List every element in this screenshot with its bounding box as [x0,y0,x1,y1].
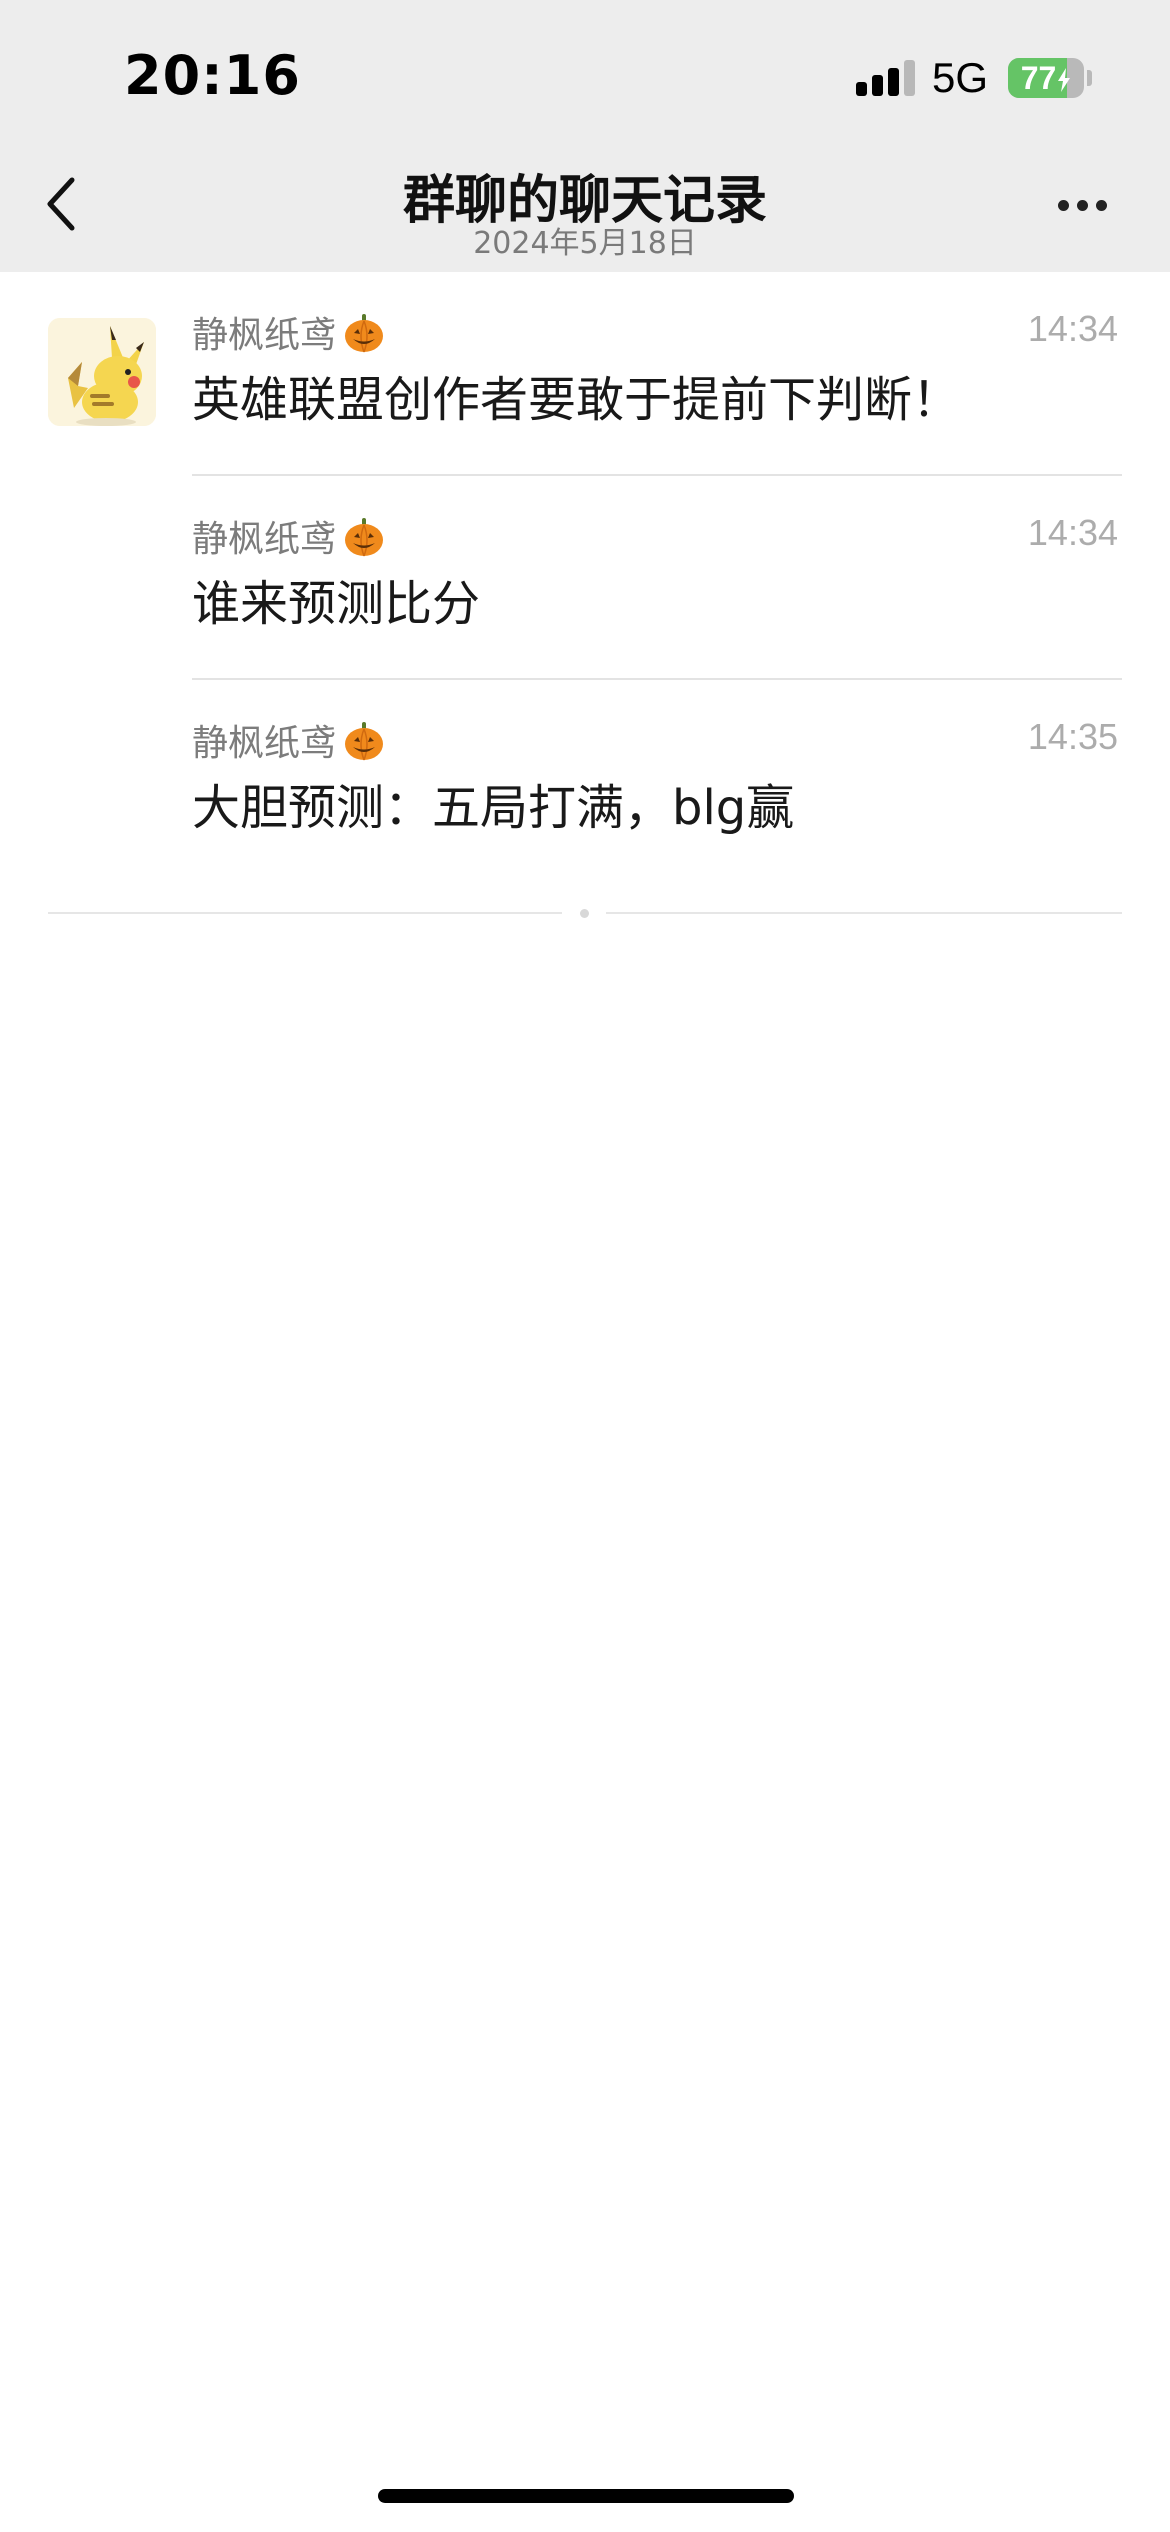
page-subtitle: 2024年5月18日 [473,226,697,261]
ellipsis-icon [1058,200,1069,211]
pikachu-avatar-icon [48,318,156,426]
network-type: 5G [932,54,989,101]
battery-icon: 77 [1008,58,1084,98]
message-text: 大胆预测：五局打满，blg赢 [192,780,795,836]
more-options-button[interactable] [1052,186,1112,226]
sender-name: 静枫纸鸢 [192,306,386,358]
jack-o-lantern-icon [345,314,384,353]
message-time: 14:34 [1027,308,1118,349]
end-divider-right [606,912,1122,914]
status-time: 20:16 [124,44,301,107]
battery-cap [1087,70,1092,86]
message-divider [192,474,1122,476]
jack-o-lantern-icon [345,518,384,557]
home-indicator[interactable] [378,2489,794,2503]
list-item[interactable]: 静枫纸鸢 14:34 英雄联盟创作者要敢于提前下判断！ [192,306,1122,476]
sender-name: 静枫纸鸢 [192,510,386,562]
message-text: 谁来预测比分 [192,576,481,632]
jack-o-lantern-icon [345,722,384,761]
list-item[interactable]: 静枫纸鸢 14:35 大胆预测：五局打满，blg赢 [192,714,1122,864]
end-divider-left [48,912,562,914]
avatar[interactable] [48,318,156,426]
sender-name: 静枫纸鸢 [192,714,386,766]
message-text: 英雄联盟创作者要敢于提前下判断！ [192,372,961,428]
message-divider [192,678,1122,680]
end-divider-dot [580,909,589,918]
battery-level: 77 [1008,58,1084,98]
charging-bolt-icon [1058,68,1071,92]
cellular-signal-icon [856,60,916,96]
list-item[interactable]: 静枫纸鸢 14:34 谁来预测比分 [192,510,1122,680]
message-time: 14:34 [1027,512,1118,553]
header-area: 20:16 5G 77 群聊的聊天记录 2024年5月18日 [0,0,1170,272]
message-time: 14:35 [1027,716,1118,757]
